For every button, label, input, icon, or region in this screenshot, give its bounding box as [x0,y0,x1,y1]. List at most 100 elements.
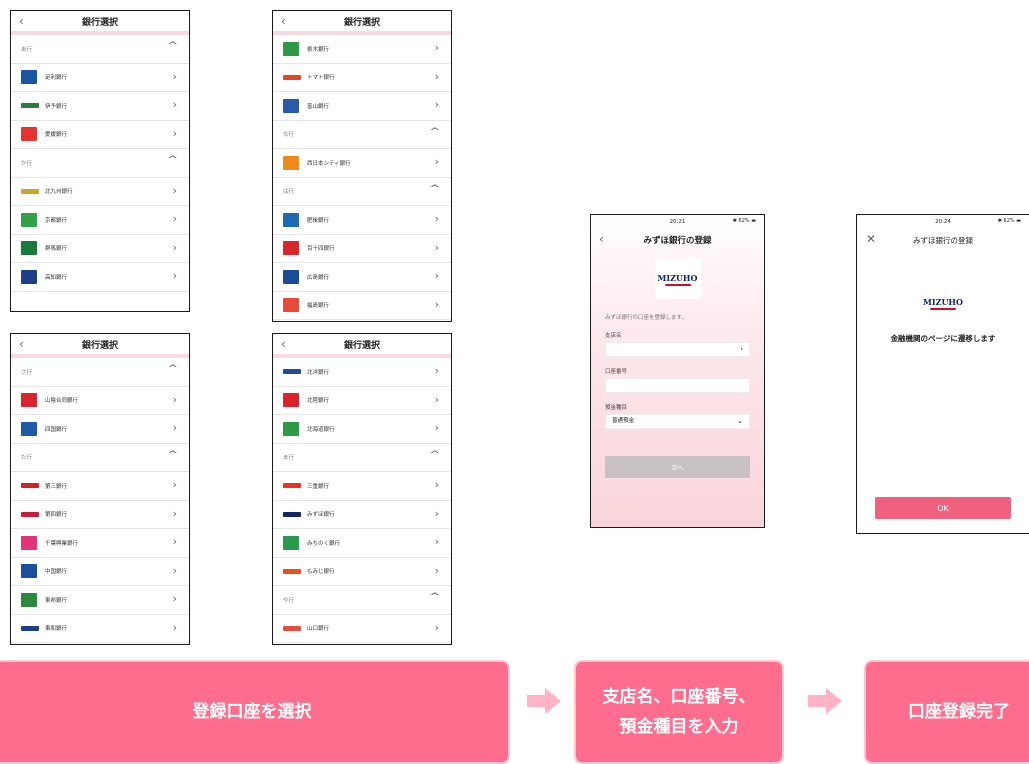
section-label: な行 [283,132,295,139]
bank-list-item[interactable]: 北海道銀行 › [273,415,451,444]
back-chevron-icon[interactable]: ‹ [599,232,604,246]
bank-logo-icon [283,212,299,227]
chevron-right-icon: › [434,41,439,54]
bank-name: 北陸銀行 [307,398,330,405]
chevron-right-icon: › [434,563,439,577]
bank-list-item[interactable]: 三重銀行 › [273,472,451,501]
chevron-up-icon: ^ [429,449,441,460]
bank-logo-icon [283,369,301,375]
bank-list-item[interactable]: 西日本シティ銀行 › [273,149,451,178]
bank-list-item[interactable]: 山口銀行 › [273,615,451,643]
bank-name: 愛媛銀行 [45,132,68,139]
branch-label: 支店名 [605,333,622,339]
bank-list-item[interactable]: 群馬銀行 › [11,235,189,263]
chevron-right-icon: › [434,69,439,83]
chevron-right-icon: › [172,592,177,605]
screen-header: ‹ 銀行選択 [11,334,189,358]
bank-list-item[interactable]: 山陰合同銀行 › [11,387,189,415]
chevron-right-icon: › [434,269,439,282]
step3-label: 口座登録完了 [908,702,1010,722]
bank-name: 高知銀行 [45,274,68,281]
back-chevron-icon[interactable]: ‹ [281,14,286,28]
section-header[interactable]: か行 ^ [11,149,189,178]
bank-list-item[interactable]: みずほ銀行 › [273,501,451,529]
bank-list-item[interactable]: みちのく銀行 › [273,529,451,558]
back-chevron-icon[interactable]: ‹ [281,337,286,351]
bank-select-screen-d: ‹ 銀行選択 北洋銀行 › 北陸銀行 › 北海道銀行 › ま行 ^ 三重銀行 › みずほ銀行 › みちのく銀… [272,333,452,645]
bank-logo-icon [21,592,37,607]
bank-list-item[interactable]: 肥後銀行 › [273,206,451,235]
bank-list-item[interactable]: 東和銀行 › [11,615,189,643]
bank-logo-icon [283,74,301,80]
section-header[interactable]: た行 ^ [11,444,189,472]
bank-name: トマト銀行 [307,75,335,82]
bank-logo-icon [21,483,39,489]
section-header[interactable]: ま行 ^ [273,444,451,472]
bank-logo-icon [283,269,299,284]
chevron-up-icon: ^ [429,592,441,602]
bank-list-item[interactable]: 北洋銀行 › [273,358,451,387]
deposit-type-select[interactable]: 普通預金 ⌄ [605,414,750,429]
bank-name: みずほ銀行 [307,512,335,519]
section-header[interactable]: な行 ^ [273,121,451,149]
bank-list-item[interactable]: もみじ銀行 › [273,558,451,586]
chevron-up-icon: ^ [167,155,179,165]
chevron-right-icon: › [434,98,439,111]
chevron-right-icon: › [172,98,177,111]
bank-list-item[interactable]: 千葉興業銀行 › [11,529,189,558]
bank-list-item[interactable]: 富山銀行 › [273,92,451,121]
chevron-right-icon: › [172,535,177,548]
bank-list-item[interactable]: 北陸銀行 › [273,387,451,415]
bank-list-item[interactable]: 第四銀行 › [11,501,189,529]
bank-list-item[interactable]: 百十四銀行 › [273,235,451,263]
bank-logo-icon [21,393,37,408]
close-icon[interactable]: ✕ [866,232,876,246]
account-number-field[interactable] [605,378,750,393]
section-label: や行 [283,597,295,604]
bank-list-item[interactable]: 栃木銀行 › [273,35,451,64]
mizuho-logo: MIZUHO [920,283,966,323]
bank-list-item[interactable]: 第三銀行 › [11,472,189,501]
bank-select-screen-b: ‹ 銀行選択 栃木銀行 › トマト銀行 › 富山銀行 › な行 ^ 西日本シティ銀行 › は行 ^ 肥後銀行… [272,10,452,322]
section-header[interactable]: あ行 ^ [11,35,189,64]
chevron-right-icon: › [172,563,177,577]
bank-list-item[interactable]: 伊予銀行 › [11,92,189,121]
chevron-right-icon: › [172,212,177,225]
mizuho-logo: MIZUHO [654,259,701,299]
section-label: た行 [21,455,33,462]
bank-list-item[interactable]: 高知銀行 › [11,263,189,292]
status-bar: 20:21 ✱ 62% ▬ [591,215,764,229]
chevron-right-icon: › [172,269,177,282]
back-chevron-icon[interactable]: ‹ [19,337,24,351]
bank-logo-icon [283,483,301,489]
status-time: 20:21 [669,219,686,225]
chevron-right-icon: › [434,506,439,520]
ok-button[interactable]: OK [875,497,1011,519]
bank-name: 栃木銀行 [307,46,330,53]
screen-title: 銀行選択 [81,17,118,28]
bank-list-item[interactable]: 四国銀行 › [11,415,189,444]
bank-list-item[interactable]: 北九州銀行 › [11,178,189,206]
bank-name: 西日本シティ銀行 [307,160,351,167]
bank-list-item[interactable]: 京都銀行 › [11,206,189,235]
chevron-right-icon: › [434,421,439,434]
bank-name: みちのく銀行 [307,540,341,547]
bank-list-item[interactable]: 広島銀行 › [273,263,451,292]
screen-header: ‹ 銀行選択 [273,11,451,35]
bank-list-item[interactable]: 愛媛銀行 › [11,121,189,149]
bank-list-item[interactable]: 足利銀行 › [11,64,189,92]
bank-list-item[interactable]: トマト銀行 › [273,64,451,92]
chevron-right-icon: › [434,535,439,548]
section-header[interactable]: は行 ^ [273,178,451,206]
chevron-right-icon: › [172,126,177,140]
bank-select-screen-c: ‹ 銀行選択 さ行 ^ 山陰合同銀行 › 四国銀行 › た行 ^ 第三銀行 › 第四銀行 › 千葉興業銀行 ›… [10,333,190,645]
next-button[interactable]: 次へ [605,456,750,478]
bank-name: 第四銀行 [45,512,68,519]
section-header[interactable]: や行 ^ [273,586,451,615]
bank-list-item[interactable]: 福島銀行 › [273,292,451,320]
back-chevron-icon[interactable]: ‹ [19,14,24,28]
section-header[interactable]: さ行 ^ [11,358,189,387]
bank-list-item[interactable]: 中国銀行 › [11,558,189,586]
bank-list-item[interactable]: 東邦銀行 › [11,586,189,615]
branch-field[interactable]: › [605,342,750,357]
